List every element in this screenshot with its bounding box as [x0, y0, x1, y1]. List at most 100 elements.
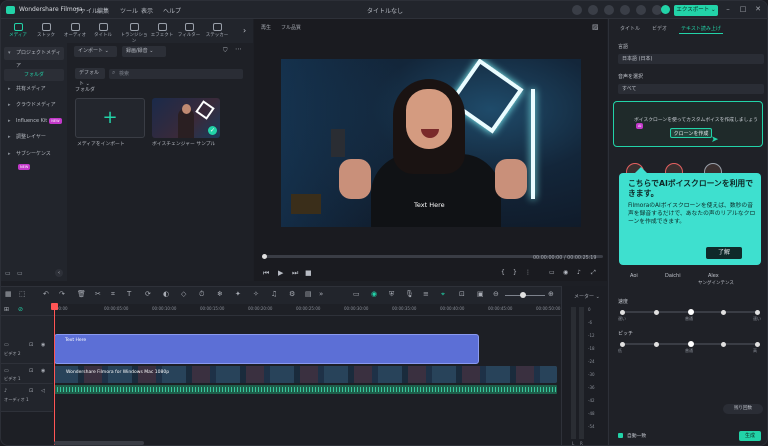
- layers-icon[interactable]: ≡: [423, 290, 429, 298]
- record-icon[interactable]: ◉: [371, 290, 377, 298]
- maximize-icon[interactable]: □: [738, 4, 748, 14]
- shield-icon[interactable]: ⛨: [389, 290, 394, 299]
- grid-icon[interactable]: [636, 5, 646, 15]
- redo-icon[interactable]: ↷: [59, 290, 65, 298]
- video-overlay-text[interactable]: Text Here: [414, 201, 445, 209]
- tab-titles[interactable]: タイトル: [91, 21, 115, 41]
- language-select[interactable]: 日本語 (日本): [618, 54, 764, 64]
- undo-icon[interactable]: ↶: [43, 290, 49, 298]
- image-icon[interactable]: ▨: [592, 23, 599, 31]
- cloud-icon[interactable]: [588, 5, 598, 15]
- menu-view[interactable]: 表示: [141, 6, 153, 15]
- select-icon[interactable]: ⬚: [19, 290, 26, 298]
- mic-icon[interactable]: 🎙: [405, 290, 414, 298]
- next-frame-icon[interactable]: ⏭: [292, 269, 298, 278]
- tab-filters[interactable]: フィルター: [177, 21, 201, 41]
- lock-icon[interactable]: ⊡: [29, 388, 33, 394]
- tooltip-ok-button[interactable]: 了解: [706, 247, 742, 259]
- prev-frame-icon[interactable]: ⏮: [263, 269, 269, 278]
- crop-icon[interactable]: ⌗: [111, 290, 115, 299]
- stop-icon[interactable]: ■: [305, 269, 312, 277]
- split-icon[interactable]: ✂: [95, 290, 101, 298]
- text-clip[interactable]: Text Here: [54, 334, 479, 364]
- tab-audio[interactable]: オーディオ: [63, 21, 87, 41]
- tab-stock[interactable]: ストック: [34, 21, 58, 41]
- audio-clip[interactable]: [54, 385, 557, 394]
- more-chevron-icon[interactable]: »: [319, 290, 323, 298]
- menu-edit[interactable]: 編集: [97, 6, 109, 15]
- tab-effects[interactable]: エフェクト: [150, 21, 174, 41]
- color-icon[interactable]: ◐: [163, 290, 169, 298]
- volume-icon[interactable]: ♪: [577, 269, 581, 276]
- minimize-icon[interactable]: –: [723, 4, 733, 14]
- timeline-scrollbar[interactable]: [54, 441, 144, 445]
- nav-cloud-media[interactable]: ▸ クラウドメディア: [4, 99, 64, 112]
- tab-text-to-speech[interactable]: テキスト読み上げ: [681, 25, 721, 32]
- player-label[interactable]: 再生: [261, 24, 271, 31]
- meter-dropdown[interactable]: メーター ⌄: [574, 293, 600, 300]
- speed-knob[interactable]: [688, 309, 694, 315]
- menu-file[interactable]: ファイル: [74, 6, 98, 15]
- fullscreen-icon[interactable]: ⤢: [591, 269, 596, 277]
- progress-knob[interactable]: [262, 254, 267, 259]
- collapse-icon[interactable]: ‹: [55, 269, 63, 277]
- more-icon[interactable]: ⋮: [525, 269, 531, 276]
- nav-influence-kit[interactable]: ▸ Influence Kit NEW: [4, 115, 64, 128]
- track-lock-icon[interactable]: ▭: [4, 368, 9, 374]
- new-folder-icon[interactable]: ▭: [5, 270, 11, 277]
- lock-icon[interactable]: ⊡: [29, 342, 33, 348]
- tab-transitions[interactable]: トランジション: [119, 21, 149, 44]
- track-lock-icon[interactable]: ▭: [4, 342, 9, 348]
- tab-title[interactable]: タイトル: [620, 25, 640, 32]
- tab-video[interactable]: ビデオ: [652, 25, 667, 32]
- bell-icon[interactable]: [572, 5, 582, 15]
- import-media-card[interactable]: +: [75, 98, 145, 138]
- nav-folder[interactable]: フォルダ: [4, 69, 64, 81]
- more-icon[interactable]: ⋯: [235, 45, 242, 53]
- tab-stickers[interactable]: ステッカー: [205, 21, 229, 41]
- mark-out-icon[interactable]: }: [513, 269, 517, 276]
- keyframe-icon[interactable]: ◇: [181, 290, 186, 298]
- play-icon[interactable]: ▶: [278, 269, 283, 277]
- auto-match-checkbox[interactable]: [618, 433, 623, 438]
- speed-slider[interactable]: [620, 309, 760, 315]
- lock-icon[interactable]: ⊡: [29, 368, 33, 374]
- link-icon[interactable]: ⊡: [459, 290, 465, 298]
- chart-icon[interactable]: ▤: [305, 290, 312, 298]
- menu-tools[interactable]: ツール: [120, 6, 138, 15]
- zoom-knob[interactable]: [520, 292, 526, 298]
- layout-icon[interactable]: ▦: [5, 290, 12, 298]
- magnet-icon[interactable]: ⌖: [441, 290, 445, 299]
- pitch-slider[interactable]: [620, 341, 760, 347]
- video-clip[interactable]: Wondershare Filmora for Windows Mac 1080…: [54, 366, 557, 383]
- playhead[interactable]: [54, 304, 55, 445]
- avatar[interactable]: [661, 5, 670, 14]
- sort-dropdown[interactable]: デフォルト ⌄: [75, 68, 105, 87]
- add-track-icon[interactable]: ⊞: [4, 306, 9, 313]
- zoom-out-icon[interactable]: ⊖: [493, 290, 499, 298]
- import-folder-icon[interactable]: ▭: [17, 270, 23, 277]
- record-button[interactable]: 録画/録音 ⌄: [122, 46, 166, 57]
- speed-icon[interactable]: ⏱: [199, 290, 204, 299]
- import-button[interactable]: インポート ⌄: [74, 46, 117, 57]
- ai-icon[interactable]: ✧: [253, 290, 259, 298]
- camera-icon[interactable]: ◉: [563, 269, 568, 276]
- audio-icon[interactable]: ♫: [271, 290, 277, 298]
- nav-subsequence[interactable]: ▸ サブシーケンス NEW: [4, 148, 64, 170]
- playhead-handle[interactable]: [51, 303, 58, 310]
- delete-icon[interactable]: 🗑: [77, 290, 86, 298]
- nav-shared-media[interactable]: ▸ 共有メディア: [4, 83, 64, 96]
- voice-filter-select[interactable]: すべて: [618, 84, 764, 94]
- filter-icon[interactable]: ⛉: [223, 47, 228, 55]
- sample-thumbnail[interactable]: ✓: [152, 98, 220, 138]
- music-icon[interactable]: ♪: [4, 388, 7, 394]
- menu-help[interactable]: ヘルプ: [163, 6, 181, 15]
- snapshot-icon[interactable]: ▭: [353, 290, 360, 298]
- export-button[interactable]: エクスポート ⌄: [674, 5, 718, 16]
- speaker-icon[interactable]: ◁: [41, 388, 45, 394]
- eye-icon[interactable]: ◉: [41, 368, 45, 374]
- nav-adjustment-layer[interactable]: ▸ 調整レイヤー: [4, 131, 64, 144]
- close-icon[interactable]: ✕: [753, 4, 763, 14]
- eye-icon[interactable]: ◉: [41, 342, 45, 348]
- link-icon[interactable]: ⊘: [18, 306, 23, 313]
